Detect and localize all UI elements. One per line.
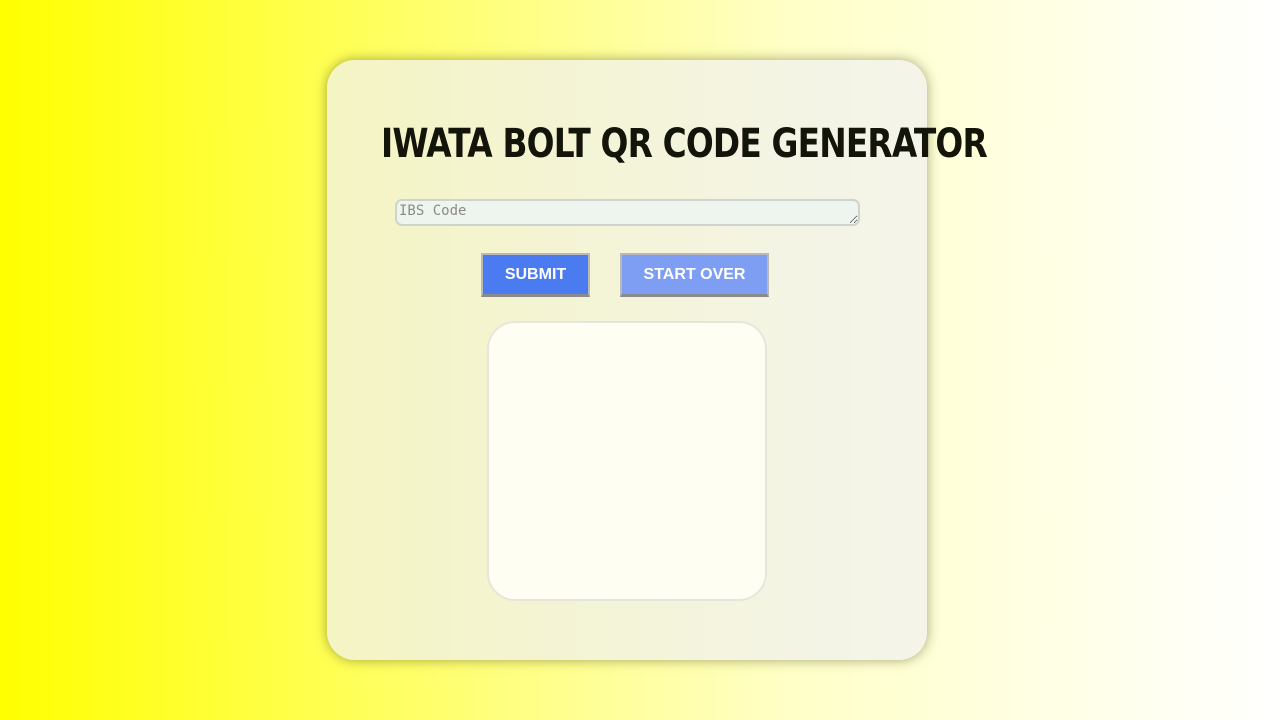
start-over-button[interactable]: START OVER (620, 253, 769, 297)
ibs-code-input[interactable] (395, 199, 860, 226)
qr-code-display (487, 321, 767, 601)
submit-button[interactable]: SUBMIT (481, 253, 590, 297)
page-title: IWATA BOLT QR CODE GENERATOR (381, 121, 988, 167)
generator-card: IWATA BOLT QR CODE GENERATOR SUBMIT STAR… (327, 60, 988, 660)
